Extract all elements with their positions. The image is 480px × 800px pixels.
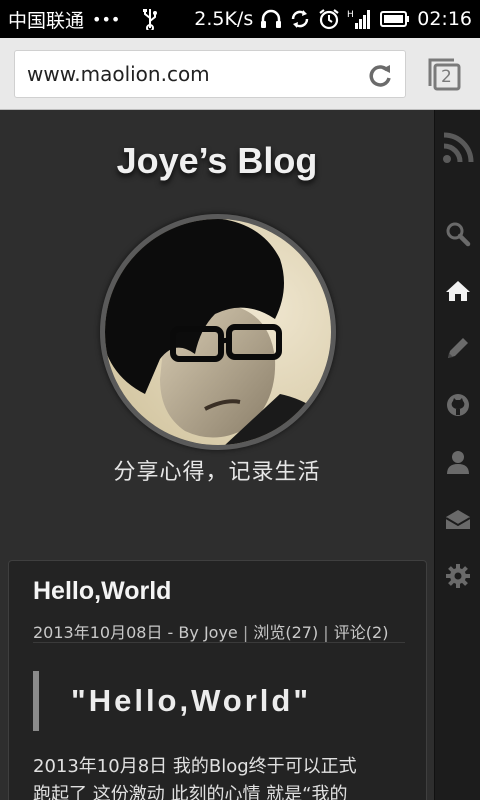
network-speed: 2.5K/s [194, 8, 254, 30]
post-body-line: 2013年10月8日 我的Blog终于可以正式 [33, 756, 357, 777]
rss-icon[interactable] [435, 128, 480, 168]
carrier-label: 中国联通 [8, 9, 85, 32]
meta-separator: | [242, 623, 249, 642]
user-icon[interactable] [435, 444, 480, 480]
meta-divider [33, 642, 405, 643]
search-icon[interactable] [435, 216, 480, 252]
usb-icon [142, 8, 158, 30]
battery-icon [380, 11, 410, 27]
clock: 02:16 [417, 8, 472, 30]
post-title[interactable]: Hello,World [33, 577, 171, 606]
status-bar: 中国联通 ••• 2.5K/s H 02:16 [0, 0, 480, 38]
headphones-icon [260, 9, 282, 29]
meta-separator: | [323, 623, 329, 642]
blog-title[interactable]: Joye’s Blog [0, 140, 434, 182]
post-date: 2013年10月08日 [33, 623, 163, 642]
home-icon[interactable] [435, 273, 480, 309]
reload-icon[interactable] [365, 61, 395, 91]
settings-icon[interactable] [435, 558, 480, 594]
post-views: 浏览(27) [253, 623, 319, 642]
blog-tagline: 分享心得，记录生活 [113, 460, 321, 485]
sync-icon [289, 8, 311, 30]
page-content: Joye’s Blog 分享心得，记录生活 Hello,World 2013年1… [0, 110, 434, 800]
post-meta: 2013年10月08日 - By Joye | 浏览(27) | 评论(2) [33, 619, 388, 643]
browser-toolbar: www.maolion.com 2 [0, 38, 480, 110]
post-body: 2013年10月8日 我的Blog终于可以正式 跑起了 这份激动 此刻的心情 就… [33, 753, 405, 800]
avatar [100, 214, 336, 450]
notification-dots: ••• [92, 9, 121, 29]
alarm-icon [318, 8, 340, 30]
url-field[interactable]: www.maolion.com [14, 50, 406, 98]
post-body-line: 跑起了 这份激动 此刻的心情 就是“我的 [33, 784, 348, 800]
github-icon[interactable] [435, 387, 480, 423]
sidebar-nav [434, 110, 480, 800]
post-blockquote: "Hello,World" [33, 671, 403, 731]
post-comments-link[interactable]: 评论(2) [334, 623, 389, 642]
url-text: www.maolion.com [27, 62, 210, 86]
post-card: Hello,World 2013年10月08日 - By Joye | 浏览(2… [8, 560, 427, 800]
signal-icon: H [347, 8, 373, 30]
blockquote-text: "Hello,World" [71, 683, 312, 718]
svg-text:H: H [347, 10, 354, 20]
edit-icon[interactable] [435, 330, 480, 366]
mail-icon[interactable] [435, 501, 480, 537]
tabs-button[interactable]: 2 [426, 56, 462, 92]
tab-count: 2 [441, 67, 452, 87]
post-author[interactable]: - By Joye [168, 623, 238, 642]
